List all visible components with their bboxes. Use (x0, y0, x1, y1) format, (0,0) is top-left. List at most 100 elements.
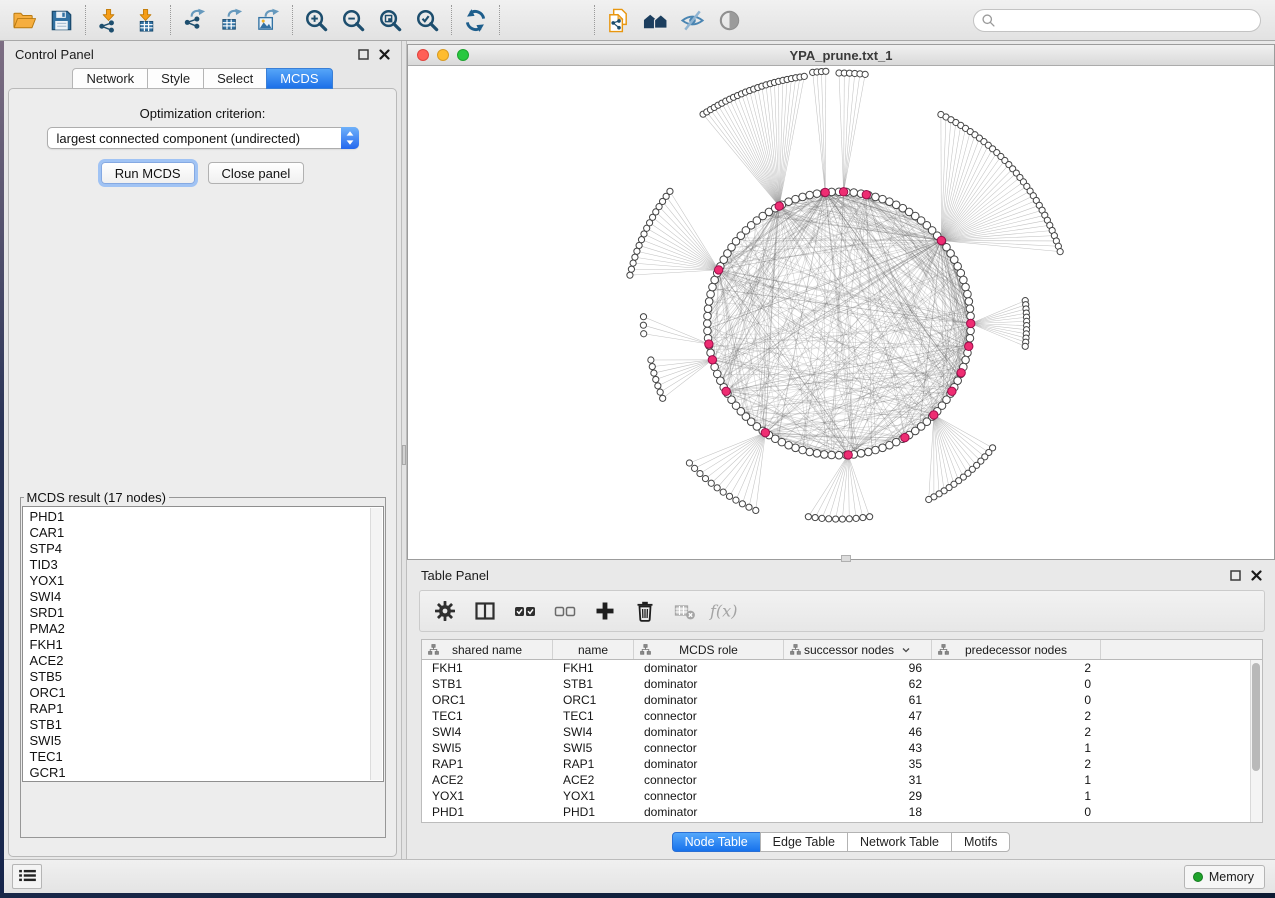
hide-selected-icon (680, 8, 705, 33)
deselect-all-button[interactable] (552, 598, 578, 624)
export-table-button[interactable] (213, 3, 250, 37)
table-row[interactable]: ACE2ACE2connector311 (422, 772, 1262, 788)
mcds-result-item[interactable]: SWI5 (30, 733, 383, 749)
network-window-titlebar[interactable]: YPA_prune.txt_1 (408, 45, 1274, 66)
show-all-button[interactable] (711, 3, 748, 37)
zoom-in-button[interactable] (298, 3, 335, 37)
mcds-result-item[interactable]: TID3 (30, 557, 383, 573)
window-close-button[interactable] (417, 49, 429, 61)
window-zoom-button[interactable] (457, 49, 469, 61)
mcds-result-item[interactable]: ACE2 (30, 653, 383, 669)
status-bar: Memory (4, 859, 1275, 893)
delete-column-button[interactable] (632, 598, 658, 624)
export-image-button[interactable] (250, 3, 287, 37)
tab-motifs[interactable]: Motifs (951, 832, 1010, 852)
first-neighbors-icon (643, 8, 668, 33)
horizontal-splitter-handle[interactable] (841, 555, 851, 562)
select-all-button[interactable] (512, 598, 538, 624)
search-input[interactable] (996, 13, 1260, 28)
tab-node-table[interactable]: Node Table (672, 832, 761, 852)
control-panel-tabs: NetworkStyleSelectMCDS (4, 68, 401, 89)
table-row[interactable]: FKH1FKH1dominator962 (422, 660, 1262, 676)
mcds-result-item[interactable]: PHD1 (30, 509, 383, 525)
import-network-button[interactable] (91, 3, 128, 37)
float-panel-icon[interactable] (358, 49, 369, 60)
memory-button[interactable]: Memory (1184, 865, 1265, 889)
table-row[interactable]: RAP1RAP1dominator352 (422, 756, 1262, 772)
export-network-button[interactable] (176, 3, 213, 37)
mcds-result-item[interactable]: SWI4 (30, 589, 383, 605)
zoom-in-icon (304, 8, 329, 33)
mcds-result-item[interactable]: ORC1 (30, 685, 383, 701)
splitter-handle[interactable] (402, 445, 406, 465)
table-row[interactable]: STB1STB1dominator620 (422, 676, 1262, 692)
table-row[interactable]: YOX1YOX1connector291 (422, 788, 1262, 804)
delete-table-icon (674, 600, 696, 622)
float-table-panel-icon[interactable] (1230, 570, 1241, 581)
import-table-button[interactable] (128, 3, 165, 37)
table-cell: 62 (784, 676, 932, 692)
column-header-mcds-role[interactable]: MCDS role (634, 640, 784, 659)
table-cell: 31 (784, 772, 932, 788)
mcds-result-list[interactable]: PHD1CAR1STP4TID3YOX1SWI4SRD1PMA2FKH1ACE2… (22, 506, 384, 782)
table-row[interactable]: ORC1ORC1dominator610 (422, 692, 1262, 708)
criterion-select[interactable]: largest connected component (undirected) (47, 127, 359, 149)
run-mcds-button[interactable]: Run MCDS (101, 162, 195, 184)
mcds-result-item[interactable]: RAP1 (30, 701, 383, 717)
column-header-shared-name[interactable]: shared name (422, 640, 553, 659)
gear-button[interactable] (432, 598, 458, 624)
table-row[interactable]: PHD1PHD1dominator180 (422, 804, 1262, 820)
network-canvas[interactable] (408, 66, 1274, 559)
add-column-button[interactable] (592, 598, 618, 624)
table-cell-filler (1101, 804, 1262, 820)
mcds-result-item[interactable]: PMA2 (30, 621, 383, 637)
duplicate-network-button[interactable] (600, 3, 637, 37)
search-field[interactable] (973, 9, 1261, 32)
table-cell: PHD1 (422, 804, 553, 820)
save-session-button[interactable] (43, 3, 80, 37)
zoom-fit-button[interactable] (372, 3, 409, 37)
mcds-result-item[interactable]: STB5 (30, 669, 383, 685)
tab-select[interactable]: Select (203, 68, 267, 89)
window-minimize-button[interactable] (437, 49, 449, 61)
table-cell: connector (634, 772, 784, 788)
select-all-icon (514, 600, 536, 622)
column-header-predecessor-nodes[interactable]: predecessor nodes (932, 640, 1101, 659)
tab-style[interactable]: Style (147, 68, 204, 89)
table-row[interactable]: SWI5SWI5connector431 (422, 740, 1262, 756)
table-row[interactable]: SWI4SWI4dominator462 (422, 724, 1262, 740)
table-cell: 29 (784, 788, 932, 804)
mcds-result-item[interactable]: TEC1 (30, 749, 383, 765)
mcds-buttons: Run MCDS Close panel (101, 162, 304, 184)
column-header-name[interactable]: name (553, 640, 634, 659)
apply-layout-button[interactable] (457, 3, 494, 37)
tab-network-table[interactable]: Network Table (847, 832, 952, 852)
open-file-button[interactable] (6, 3, 43, 37)
first-neighbors-button[interactable] (637, 3, 674, 37)
close-table-panel-icon[interactable] (1251, 570, 1262, 581)
close-panel-icon[interactable] (379, 49, 390, 60)
table-cell: 0 (932, 804, 1101, 820)
hide-selected-button[interactable] (674, 3, 711, 37)
table-cell: 46 (784, 724, 932, 740)
tab-mcds[interactable]: MCDS (266, 68, 332, 89)
panel-list-button[interactable] (12, 864, 42, 889)
mcds-result-item[interactable]: GCR1 (30, 765, 383, 781)
table-scrollbar[interactable] (1250, 660, 1262, 822)
mcds-result-item[interactable]: YOX1 (30, 573, 383, 589)
table-cell: connector (634, 708, 784, 724)
column-header-successor-nodes[interactable]: successor nodes (784, 640, 932, 659)
tab-edge-table[interactable]: Edge Table (760, 832, 848, 852)
mcds-result-item[interactable]: CAR1 (30, 525, 383, 541)
mcds-result-item[interactable]: STP4 (30, 541, 383, 557)
table-row[interactable]: TEC1TEC1connector472 (422, 708, 1262, 724)
split-view-button[interactable] (472, 598, 498, 624)
zoom-out-button[interactable] (335, 3, 372, 37)
mcds-result-item[interactable]: SRD1 (30, 605, 383, 621)
zoom-selected-button[interactable] (409, 3, 446, 37)
mcds-result-item[interactable]: STB1 (30, 717, 383, 733)
scrollbar-thumb[interactable] (1252, 663, 1260, 771)
tab-network[interactable]: Network (72, 68, 148, 89)
mcds-result-item[interactable]: FKH1 (30, 637, 383, 653)
close-panel-button[interactable]: Close panel (208, 162, 305, 184)
